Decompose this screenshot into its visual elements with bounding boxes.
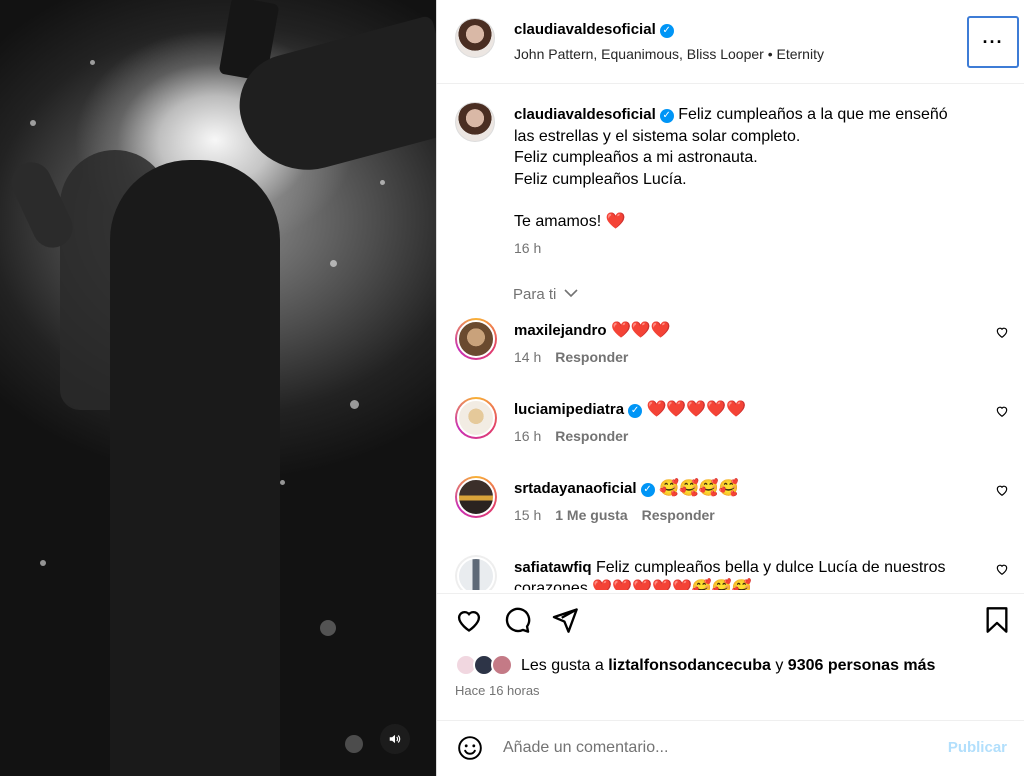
comment-likes-count[interactable]: 1 Me gusta (555, 507, 627, 523)
comment-item: luciamipediatra ✓ ❤️❤️❤️❤️❤️ 16 h Responde… (455, 397, 1024, 467)
comment-meta: 14 h Responder (514, 349, 642, 365)
post-timestamp[interactable]: Hace 16 horas (455, 683, 540, 698)
verified-badge-icon: ✓ (640, 483, 655, 497)
caption-line-1: claudiavaldesoficial ✓ Feliz cumpleaños a… (514, 104, 1014, 126)
commenter-username[interactable]: safiatawfiq (514, 559, 592, 576)
caption-line-3: Feliz cumpleaños a mi astronauta. (514, 149, 758, 166)
chevron-down-icon (563, 289, 578, 298)
likers-avatars (455, 654, 517, 678)
caption-line-blank (514, 190, 1014, 211)
comment-body: ❤️❤️❤️ (611, 322, 671, 339)
author-username-row: claudiavaldesoficial ✓ (514, 21, 674, 39)
commenter-avatar[interactable] (455, 476, 497, 518)
smiley-icon[interactable] (457, 735, 483, 761)
water-droplet (30, 120, 36, 126)
post-header: claudiavaldesoficial ✓ John Pattern, Equa… (437, 0, 1024, 84)
comment-time[interactable]: 15 h (514, 507, 541, 523)
reply-button[interactable]: Responder (555, 428, 628, 444)
comment-like-heart-icon[interactable] (995, 404, 1009, 418)
comment-like-heart-icon[interactable] (995, 562, 1009, 576)
comment-like-heart-icon[interactable] (995, 483, 1009, 497)
caption-line-6: Te amamos! ❤️ (514, 213, 626, 230)
comment-meta: 16 h Responder (514, 428, 642, 444)
caption-text: claudiavaldesoficial ✓ Feliz cumpleaños a… (514, 104, 1014, 233)
comment-text: safiatawfiq Feliz cumpleaños bella y dul… (514, 557, 954, 590)
commenter-username[interactable]: srtadayanaoficial (514, 480, 637, 497)
likes-count[interactable]: 9306 personas más (788, 657, 936, 675)
comments-list[interactable]: maxilejandro ❤️❤️❤️ 14 h Responder luciam… (437, 310, 1024, 590)
caption-line-2: las estrellas y el sistema solar complet… (514, 127, 801, 145)
comment-item: maxilejandro ❤️❤️❤️ 14 h Responder (455, 318, 1024, 388)
comment-input[interactable] (503, 735, 923, 761)
reply-button[interactable]: Responder (642, 507, 715, 523)
water-droplet (330, 260, 337, 267)
add-comment-bar: Publicar (437, 720, 1024, 776)
verified-badge-icon: ✓ (659, 24, 674, 38)
post-details-panel: claudiavaldesoficial ✓ John Pattern, Equa… (436, 0, 1024, 776)
comments-filter-dropdown[interactable]: Para ti (513, 286, 578, 303)
commenter-avatar[interactable] (455, 397, 497, 439)
liker-avatar (491, 654, 513, 676)
post-video[interactable] (0, 0, 436, 776)
publish-button[interactable]: Publicar (948, 739, 1007, 756)
comment-icon[interactable] (503, 606, 531, 634)
comment-meta: 15 h 1 Me gusta Responder (514, 507, 729, 523)
speaker-icon (389, 734, 401, 744)
water-droplet (380, 180, 385, 185)
water-droplet (350, 400, 359, 409)
caption-line-text: Feliz cumpleaños a la que me enseñó (678, 106, 948, 123)
commenter-avatar[interactable] (455, 318, 497, 360)
likes-first-user[interactable]: liztalfonsodancecuba (608, 657, 771, 675)
video-figure-adult (110, 160, 280, 776)
comment-text: maxilejandro ❤️❤️❤️ (514, 320, 954, 341)
author-avatar[interactable] (455, 18, 495, 58)
comment-body: ❤️❤️❤️❤️❤️ (646, 401, 747, 418)
comment-item: srtadayanaoficial ✓ 🥰🥰🥰🥰 15 h 1 Me gusta Re… (455, 476, 1024, 546)
heart-icon[interactable] (455, 606, 483, 634)
send-icon[interactable] (551, 606, 579, 634)
more-options-button[interactable]: ··· (967, 16, 1019, 68)
caption-line-4: Feliz cumpleaños Lucía. (514, 170, 687, 188)
water-droplet (90, 60, 95, 65)
verified-badge-icon: ✓ (659, 109, 674, 123)
comment-text: luciamipediatra ✓ ❤️❤️❤️❤️❤️ (514, 399, 954, 420)
sound-toggle-button[interactable] (380, 724, 410, 754)
water-droplet (40, 560, 46, 566)
reply-button[interactable]: Responder (555, 349, 628, 365)
author-username[interactable]: claudiavaldesoficial (514, 21, 656, 38)
likes-connector: y (775, 657, 784, 674)
comment-body: 🥰🥰🥰🥰 (659, 480, 739, 497)
caption-timestamp[interactable]: 16 h (514, 240, 541, 256)
commenter-avatar[interactable] (455, 555, 497, 590)
water-droplet (345, 735, 363, 753)
comment-item: safiatawfiq Feliz cumpleaños bella y dul… (455, 555, 1024, 590)
commenter-username[interactable]: maxilejandro (514, 322, 607, 339)
comment-time[interactable]: 16 h (514, 428, 541, 444)
bookmark-icon[interactable] (983, 606, 1011, 634)
audio-track-link[interactable]: John Pattern, Equanimous, Bliss Looper •… (514, 46, 824, 62)
likes-prefix: Les gusta a (521, 657, 604, 674)
comment-time[interactable]: 14 h (514, 349, 541, 365)
commenter-username[interactable]: luciamipediatra (514, 401, 624, 418)
water-droplet (280, 480, 285, 485)
verified-badge-icon: ✓ (628, 404, 643, 418)
caption-author-username[interactable]: claudiavaldesoficial (514, 106, 656, 123)
comment-like-heart-icon[interactable] (995, 325, 1009, 339)
likes-summary[interactable]: Les gusta a liztalfonsodancecuba y 9306 … (455, 654, 935, 678)
post-actions: Les gusta a liztalfonsodancecuba y 9306 … (437, 593, 1024, 733)
water-droplet (320, 620, 336, 636)
caption-author-avatar[interactable] (455, 102, 495, 142)
comment-text: srtadayanaoficial ✓ 🥰🥰🥰🥰 (514, 478, 954, 499)
comments-filter-label: Para ti (513, 286, 557, 303)
